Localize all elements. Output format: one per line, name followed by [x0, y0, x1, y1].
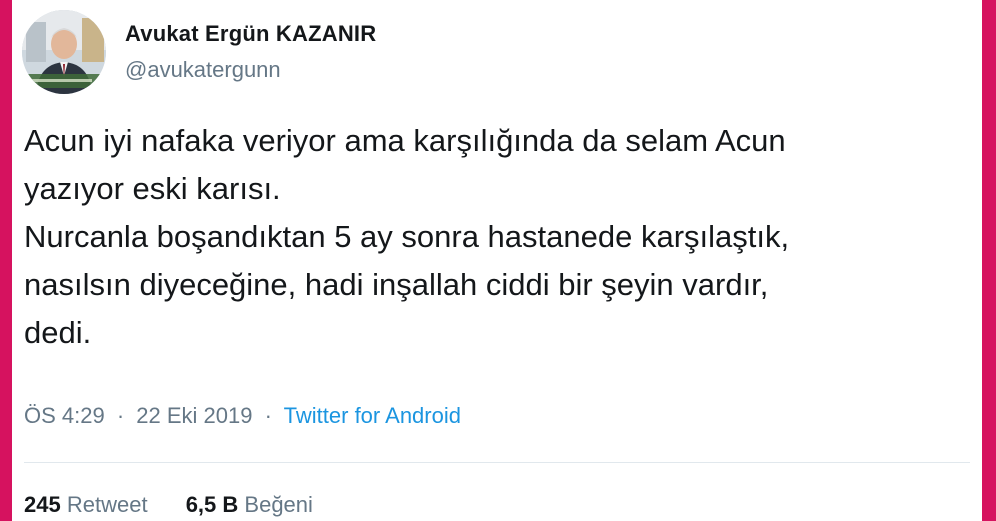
profile-photo-icon: [22, 10, 106, 94]
meta-separator: ·: [116, 403, 125, 428]
tweet-text-line: Acun iyi nafaka veriyor ama karşılığında…: [24, 123, 786, 158]
tweet-text: Acun iyi nafaka veriyor ama karşılığında…: [24, 117, 974, 357]
tweet-card: Avukat Ergün KAZANIR @avukatergunn Acun …: [12, 0, 982, 521]
like-label: Beğeni: [244, 492, 313, 517]
divider: [24, 462, 970, 463]
author-name[interactable]: Avukat Ergün KAZANIR: [125, 21, 376, 47]
tweet-stats: 245 Retweet 6,5 B Beğeni: [24, 492, 313, 518]
tweet-text-line: nasılsın diyeceğine, hadi inşallah ciddi…: [24, 267, 769, 302]
author-handle[interactable]: @avukatergunn: [125, 57, 281, 83]
tweet-source-link[interactable]: Twitter for Android: [284, 403, 461, 428]
tweet-time[interactable]: ÖS 4:29: [24, 403, 105, 428]
avatar[interactable]: [22, 10, 106, 94]
retweet-count: 245: [24, 492, 61, 517]
tweet-date[interactable]: 22 Eki 2019: [136, 403, 252, 428]
like-count: 6,5 B: [185, 492, 239, 517]
retweet-label: Retweet: [66, 492, 148, 517]
meta-separator: ·: [264, 403, 272, 428]
tweet-text-line: dedi.: [24, 315, 92, 350]
tweet-text-line: yazıyor eski karısı.: [24, 171, 281, 206]
retweet-stat[interactable]: 245 Retweet: [24, 492, 148, 518]
like-stat[interactable]: 6,5 B Beğeni: [186, 492, 313, 518]
tweet-meta: ÖS 4:29 · 22 Eki 2019 · Twitter for Andr…: [24, 403, 461, 429]
tweet-text-line: Nurcanla boşandıktan 5 ay sonra hastaned…: [24, 219, 790, 254]
